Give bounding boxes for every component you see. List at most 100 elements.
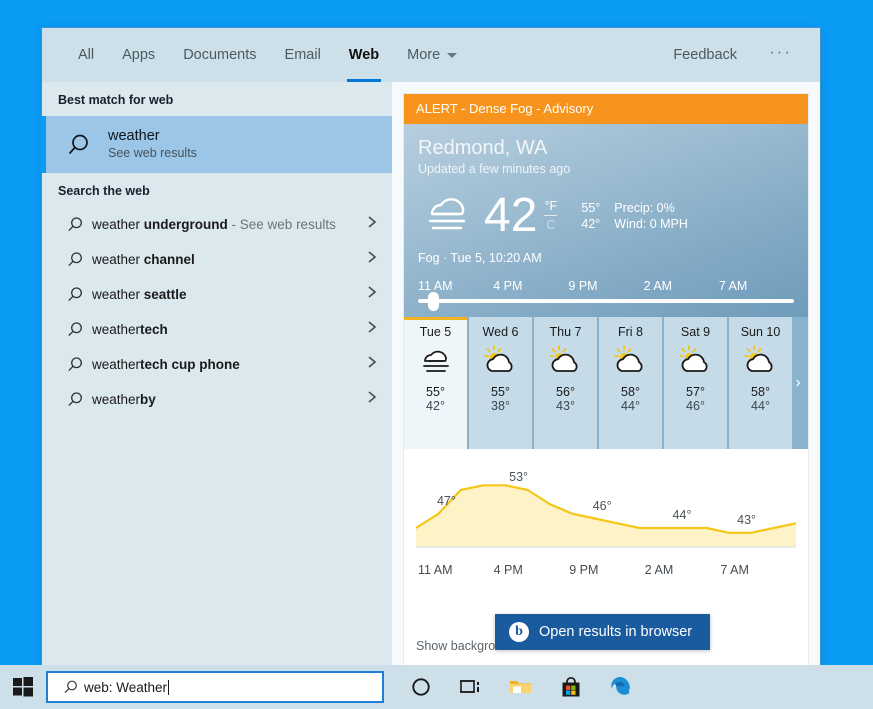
web-suggestion-row[interactable]: weatherby	[42, 382, 392, 417]
time-slider-label: 11 AM	[418, 279, 493, 293]
forecast-day-card[interactable]: Tue 555°42°	[404, 317, 467, 449]
best-match-heading: Best match for web	[42, 82, 392, 116]
taskbar: web: Weather	[0, 665, 873, 709]
tab-web[interactable]: Web	[335, 28, 393, 82]
chevron-down-icon	[447, 53, 457, 58]
search-icon	[58, 132, 100, 158]
forecast-day-card[interactable]: Sun 1058°44°	[729, 317, 792, 449]
tab-all[interactable]: All	[64, 28, 108, 82]
forecast-low: 42°	[426, 399, 445, 413]
forecast-low: 38°	[491, 399, 510, 413]
tab-apps[interactable]: Apps	[108, 28, 169, 82]
chevron-right-icon[interactable]	[366, 249, 378, 270]
forecast-high: 55°	[491, 385, 510, 399]
forecast-low: 43°	[556, 399, 575, 413]
fog-icon	[418, 190, 474, 241]
search-icon	[58, 356, 92, 373]
weather-updated-time: Updated a few minutes ago	[418, 162, 794, 176]
web-suggestion-label: weathertech	[92, 321, 366, 339]
taskbar-search-value: web: Weather	[84, 680, 170, 695]
forecast-day-name: Thu 7	[550, 325, 582, 339]
temperature-chart: 47°53°46°44°43° 11 AM4 PM9 PM2 AM7 AM	[404, 449, 808, 629]
more-options-icon[interactable]: ···	[755, 42, 806, 68]
best-match-title: weather	[108, 127, 197, 145]
open-results-in-browser-button[interactable]: b Open results in browser	[495, 614, 710, 650]
unit-divider	[544, 215, 557, 216]
file-explorer-icon[interactable]	[496, 665, 546, 709]
current-stats: 55° Precip: 0% 42° Wind: 0 MPH	[581, 201, 688, 231]
web-suggestion-row[interactable]: weathertech cup phone	[42, 347, 392, 382]
current-temperature: 42	[484, 192, 537, 240]
today-high: 55°	[581, 201, 600, 215]
web-suggestion-label: weather underground - See web results	[92, 216, 366, 234]
forecast-day-name: Fri 8	[618, 325, 643, 339]
tab-email[interactable]: Email	[271, 28, 335, 82]
forecast-high: 56°	[556, 385, 575, 399]
web-suggestion-row[interactable]: weather channel	[42, 242, 392, 277]
edge-browser-icon[interactable]	[596, 665, 646, 709]
wind-value: Wind: 0 MPH	[614, 217, 688, 231]
feedback-button[interactable]: Feedback	[661, 47, 749, 63]
chevron-right-icon[interactable]	[366, 284, 378, 305]
search-flyout-window: All Apps Documents Email Web More Feedba…	[42, 28, 820, 665]
chevron-right-icon[interactable]	[366, 354, 378, 375]
partly-sunny-icon	[483, 339, 519, 383]
time-slider-thumb[interactable]	[428, 292, 439, 311]
forecast-day-name: Tue 5	[420, 325, 452, 339]
tab-documents-label: Documents	[183, 47, 256, 63]
windows-logo-icon[interactable]	[0, 665, 46, 709]
tab-more[interactable]: More	[393, 28, 471, 82]
weather-alert-banner[interactable]: ALERT - Dense Fog - Advisory	[404, 94, 808, 124]
tab-documents[interactable]: Documents	[169, 28, 270, 82]
chevron-right-icon[interactable]	[366, 389, 378, 410]
web-suggestion-label: weathertech cup phone	[92, 356, 366, 374]
time-slider-track[interactable]	[418, 299, 794, 303]
chart-area-fill	[416, 485, 796, 547]
partly-sunny-icon	[613, 339, 649, 383]
today-low: 42°	[581, 217, 600, 231]
web-suggestion-list: weather underground - See web results wea…	[42, 207, 392, 417]
time-slider[interactable]: 11 AM4 PM9 PM2 AM7 AM	[418, 279, 794, 317]
search-icon	[58, 391, 92, 408]
microsoft-store-icon[interactable]	[546, 665, 596, 709]
forecast-next-button[interactable]: ›	[788, 317, 808, 449]
web-suggestion-row[interactable]: weathertech	[42, 312, 392, 347]
current-conditions-row: 42 °F C 55° Precip: 0% 42° Wind: 0 MPH	[418, 190, 794, 241]
chevron-right-icon[interactable]	[366, 214, 378, 235]
condition-summary: Fog · Tue 5, 10:20 AM	[418, 251, 794, 265]
web-suggestion-label: weather channel	[92, 251, 366, 269]
partly-sunny-icon	[548, 339, 584, 383]
forecast-day-card[interactable]: Fri 858°44°	[599, 317, 662, 449]
search-window-body: Best match for web weather See web resul…	[42, 82, 820, 665]
best-match-result[interactable]: weather See web results	[42, 116, 392, 173]
web-suggestion-row[interactable]: weather underground - See web results	[42, 207, 392, 242]
forecast-strip: Tue 555°42°Wed 655°38°Thu 756°43°Fri 858…	[404, 317, 808, 449]
unit-toggle[interactable]: °F C	[544, 199, 557, 233]
bing-logo-icon: b	[509, 622, 529, 642]
forecast-low: 46°	[686, 399, 705, 413]
search-icon	[58, 679, 84, 695]
cortana-icon[interactable]	[396, 665, 446, 709]
chart-x-label: 2 AM	[645, 563, 721, 577]
fog-icon	[418, 339, 454, 383]
chevron-right-icon[interactable]	[366, 319, 378, 340]
time-slider-label: 7 AM	[719, 279, 794, 293]
unit-celsius[interactable]: C	[546, 218, 555, 232]
forecast-day-card[interactable]: Thu 7 56°43°	[534, 317, 597, 449]
web-suggestion-row[interactable]: weather seattle	[42, 277, 392, 312]
forecast-day-name: Sat 9	[681, 325, 710, 339]
forecast-day-name: Sun 10	[741, 325, 781, 339]
tab-more-label: More	[407, 47, 440, 63]
weather-hero: Redmond, WA Updated a few minutes ago 42	[404, 124, 808, 317]
search-icon	[58, 286, 92, 303]
open-results-label: Open results in browser	[539, 624, 692, 640]
unit-fahrenheit[interactable]: °F	[545, 199, 558, 213]
forecast-day-card[interactable]: Wed 655°38°	[469, 317, 532, 449]
forecast-high: 58°	[621, 385, 640, 399]
task-view-icon[interactable]	[446, 665, 496, 709]
taskbar-search-text-value: web: Weather	[84, 680, 167, 695]
results-pane: Best match for web weather See web resul…	[42, 82, 392, 665]
taskbar-search-input[interactable]: web: Weather	[46, 671, 384, 703]
header-actions: Feedback ···	[661, 42, 806, 68]
forecast-day-card[interactable]: Sat 957°46°	[664, 317, 727, 449]
